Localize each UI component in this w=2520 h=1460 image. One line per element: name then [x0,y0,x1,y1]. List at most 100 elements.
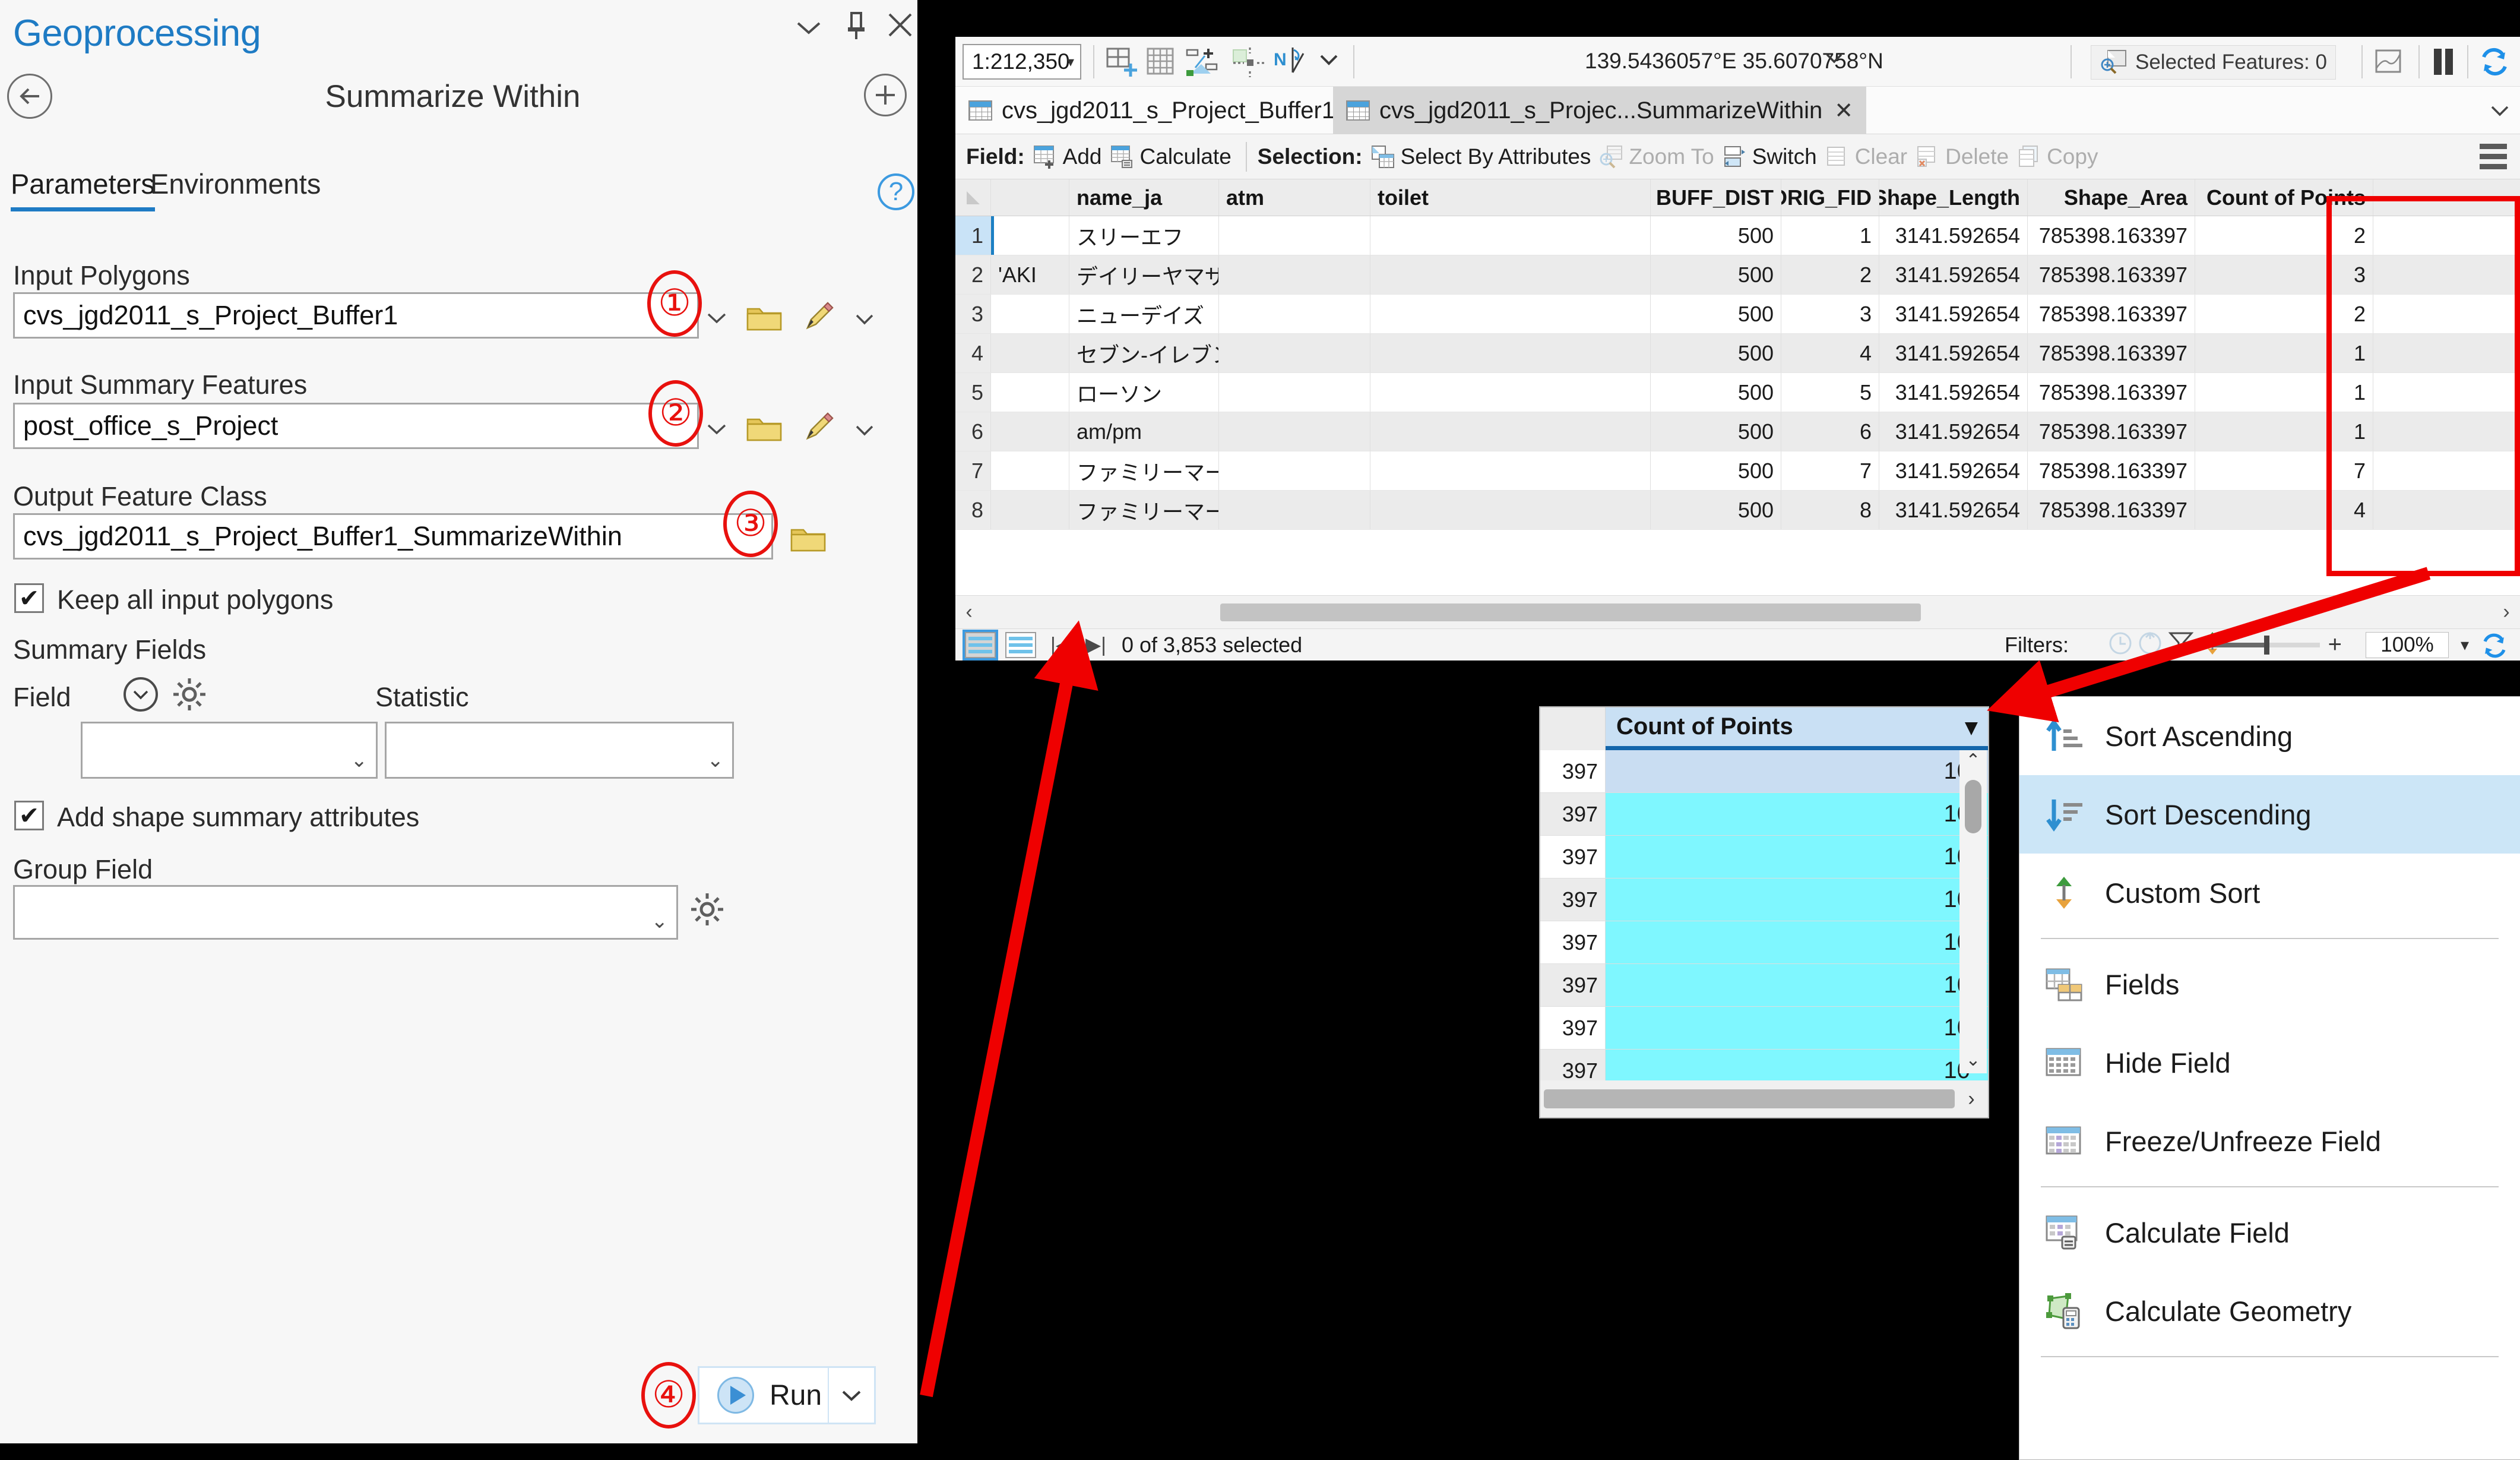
table-row[interactable]: 8 ファミリーマート 500 8 3141.592654 785398.1633… [955,491,2520,530]
cell-shape-area-partial[interactable]: 397 [1540,836,1606,878]
cell-shape-area[interactable]: 785398.163397 [2028,295,2195,333]
tab-close-icon[interactable]: ✕ [1834,97,1853,124]
float-grid-vertical-scrollbar[interactable]: ⌃ ⌄ [1959,750,1987,1073]
cell-name-ja[interactable]: デイリーヤマザキ [1069,255,1219,294]
tab-environments[interactable]: Environments [150,168,321,207]
cell-name-ja[interactable]: ローソン [1069,373,1219,412]
add-map-frame-icon[interactable] [1106,48,1139,80]
cell-buff-dist[interactable]: 500 [1651,216,1781,255]
group-field-settings-gear-icon[interactable] [689,891,726,931]
float-grid-horizontal-scrollbar[interactable]: › [1540,1080,1988,1117]
row-number[interactable]: 8 [955,491,991,529]
table-row[interactable]: 6 am/pm 500 6 3141.592654 785398.163397 … [955,412,2520,451]
keep-all-input-polygons-checkbox[interactable] [14,583,44,613]
cell-orig-fid[interactable]: 6 [1781,412,1879,451]
field-calculate-button[interactable]: Calculate [1110,144,1231,169]
cell-toilet[interactable] [1370,491,1651,529]
menu-item-calculate-geometry[interactable]: Calculate Geometry [2019,1272,2520,1350]
scroll-right-icon[interactable]: › [2493,601,2520,624]
cell-buff-dist[interactable]: 500 [1651,412,1781,451]
cell-shape-area[interactable]: 785398.163397 [2028,373,2195,412]
cell-orig-fid[interactable]: 2 [1781,255,1879,294]
cell-toilet[interactable] [1370,451,1651,490]
float-grid-header-count[interactable]: Count of Points ▾ [1606,707,1988,750]
cell-atm[interactable] [1219,451,1370,490]
scrollbar-thumb[interactable] [1544,1089,1955,1108]
cell-atm[interactable] [1219,295,1370,333]
table-refresh-icon[interactable] [2481,632,2508,662]
cell-count-of-points[interactable]: 10 [1606,793,1988,835]
input-polygons-more-caret[interactable] [855,306,874,331]
selected-features-status[interactable]: Selected Features: 0 [2091,45,2336,80]
grid-horizontal-scrollbar[interactable]: ‹ › [955,595,2520,628]
col-header-orig-fid[interactable]: ORIG_FID [1781,179,1879,216]
input-polygons-field[interactable]: cvs_jgd2011_s_Project_Buffer1 [13,292,699,339]
cell-shape-length[interactable]: 3141.592654 [1879,334,2028,372]
cell-buff-dist[interactable]: 500 [1651,295,1781,333]
col-header-shape-length[interactable]: Shape_Length [1879,179,2028,216]
scrollbar-thumb[interactable] [1965,780,1981,833]
cell-atm[interactable] [1219,412,1370,451]
zoom-in-button[interactable]: + [2328,631,2342,658]
table-row[interactable]: 5 ローソン 500 5 3141.592654 785398.163397 1 [955,373,2520,412]
cell-orig-fid[interactable]: 5 [1781,373,1879,412]
scroll-down-icon[interactable]: ⌄ [1965,1050,1980,1073]
cell-shape-area-partial[interactable]: 397 [1540,793,1606,835]
edit-pencil-icon-2[interactable] [802,409,834,440]
row-number[interactable]: 5 [955,373,991,412]
cell-shape-area[interactable]: 785398.163397 [2028,255,2195,294]
cell-name-en[interactable] [991,216,1069,255]
field-add-button[interactable]: Add [1033,144,1102,169]
run-button[interactable]: Run [699,1368,828,1423]
coordinates-caret-icon[interactable] [1825,50,1843,69]
cell-orig-fid[interactable]: 1 [1781,216,1879,255]
run-options-caret[interactable] [828,1368,874,1423]
col-header-atm[interactable]: atm [1219,179,1370,216]
grid-corner-cell[interactable] [955,179,991,216]
cell-shape-area-partial[interactable]: 397 [1540,750,1606,792]
row-number[interactable]: 6 [955,412,991,451]
cell-shape-area[interactable]: 785398.163397 [2028,491,2195,529]
menu-item-custom-sort[interactable]: Custom Sort [2019,854,2520,932]
edit-vertices-icon[interactable] [1232,46,1267,81]
cell-name-ja[interactable]: セブン-イレブン [1069,334,1219,372]
cell-buff-dist[interactable]: 500 [1651,334,1781,372]
cell-toilet[interactable] [1370,295,1651,333]
cell-buff-dist[interactable]: 500 [1651,255,1781,294]
scroll-right-icon[interactable]: › [1955,1088,1988,1111]
summary-field-select[interactable]: ⌄ [81,722,378,779]
list-item[interactable]: 397 10 [1540,964,1988,1007]
edit-pencil-icon-1[interactable] [802,298,834,330]
cell-shape-length[interactable]: 3141.592654 [1879,295,2028,333]
table-tab-buffer1[interactable]: cvs_jgd2011_s_Project_Buffer1 [955,87,1348,134]
cell-shape-length[interactable]: 3141.592654 [1879,255,2028,294]
input-summary-dropdown-caret[interactable] [707,417,727,440]
zoom-thumb[interactable] [2263,635,2269,655]
field-dropdown-circle-icon[interactable] [124,677,158,712]
cell-count-of-points[interactable]: 10 [1606,836,1988,878]
cell-shape-area[interactable]: 785398.163397 [2028,216,2195,255]
filter-range-icon[interactable] [2136,630,2164,660]
cell-name-en[interactable] [991,373,1069,412]
cell-shape-area[interactable]: 785398.163397 [2028,412,2195,451]
pin-icon[interactable] [843,11,869,48]
add-shape-summary-checkbox[interactable] [14,801,44,830]
tab-parameters[interactable]: Parameters [11,168,155,211]
list-item[interactable]: 397 10 [1540,793,1988,836]
scale-combobox[interactable]: 1:212,350 ▾ [963,44,1081,80]
cell-name-ja[interactable]: スリーエフ [1069,216,1219,255]
zoom-percent-value[interactable]: 100% [2366,631,2449,658]
add-to-model-button[interactable] [864,74,907,116]
col-header-shape-area[interactable]: Shape_Area [2028,179,2195,216]
browse-folder-icon-1[interactable] [746,302,782,331]
cell-orig-fid[interactable]: 4 [1781,334,1879,372]
selected-records-view-button[interactable] [1005,631,1036,658]
pause-icon[interactable] [2430,48,2456,79]
filter-time-icon[interactable] [2107,630,2134,660]
close-icon[interactable] [886,11,914,46]
col-header-name-ja[interactable]: name_ja [1069,179,1219,216]
input-summary-features-field[interactable]: post_office_s_Project [13,403,699,449]
map-extent-icon[interactable] [2375,48,2403,79]
scroll-up-icon[interactable]: ⌃ [1965,750,1980,774]
cell-name-ja[interactable]: ニューデイズ [1069,295,1219,333]
